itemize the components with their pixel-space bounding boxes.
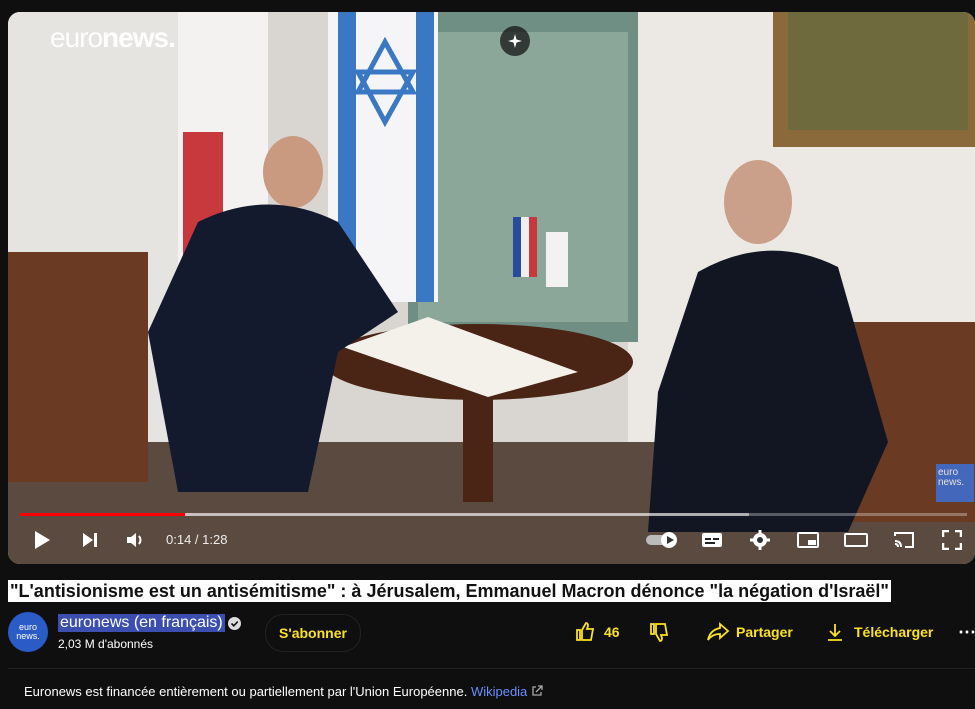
- subtitles-icon[interactable]: [694, 522, 730, 558]
- progress-bar[interactable]: [20, 513, 967, 516]
- share-icon: [707, 622, 730, 641]
- dislike-button[interactable]: [648, 614, 670, 650]
- subscribe-button[interactable]: S'abonner: [265, 614, 361, 652]
- share-label: Partager: [736, 624, 793, 640]
- time-display: 0:14 / 1:28: [166, 532, 228, 547]
- thumbs-down-icon: [650, 623, 669, 642]
- subscriber-count: 2,03 M d'abonnés: [58, 637, 154, 651]
- download-label: Télécharger: [854, 624, 934, 640]
- euronews-logo: euronews.: [50, 22, 176, 53]
- video-frame: [8, 12, 975, 564]
- verified-icon: [228, 617, 241, 630]
- autoplay-toggle[interactable]: [642, 522, 682, 558]
- cast-icon[interactable]: [886, 522, 922, 558]
- like-button[interactable]: 46: [574, 614, 620, 650]
- fullscreen-icon[interactable]: [934, 522, 970, 558]
- description-panel[interactable]: Euronews est financée entièrement ou par…: [8, 668, 975, 709]
- wikipedia-link[interactable]: Wikipedia: [471, 684, 527, 699]
- like-count: 46: [604, 624, 620, 640]
- thumbs-up-icon: [576, 622, 595, 641]
- settings-icon[interactable]: [742, 522, 778, 558]
- download-icon: [828, 624, 842, 641]
- description-text: Euronews est financée entièrement ou par…: [24, 684, 543, 699]
- external-link-icon: [532, 685, 543, 696]
- sparkle-icon[interactable]: [500, 26, 530, 56]
- video-title: "L'antisionisme est un antisémitisme" : …: [8, 580, 891, 602]
- progress-played: [20, 513, 185, 516]
- miniplayer-icon[interactable]: [790, 522, 826, 558]
- play-icon[interactable]: [26, 522, 58, 558]
- theater-icon[interactable]: [838, 522, 874, 558]
- volume-icon[interactable]: [120, 522, 152, 558]
- player-controls: 0:14 / 1:28: [8, 522, 975, 558]
- video-player[interactable]: euronews. euro news. 0:14 / 1:28: [8, 12, 975, 564]
- watermark-logo: euro news.: [936, 464, 974, 502]
- download-button[interactable]: Télécharger: [826, 614, 933, 650]
- avatar[interactable]: euro news.: [8, 612, 48, 652]
- more-actions-button[interactable]: ⋯: [958, 614, 975, 650]
- channel-name[interactable]: euronews (en français): [58, 614, 225, 632]
- next-icon[interactable]: [74, 522, 106, 558]
- share-button[interactable]: Partager: [706, 614, 793, 650]
